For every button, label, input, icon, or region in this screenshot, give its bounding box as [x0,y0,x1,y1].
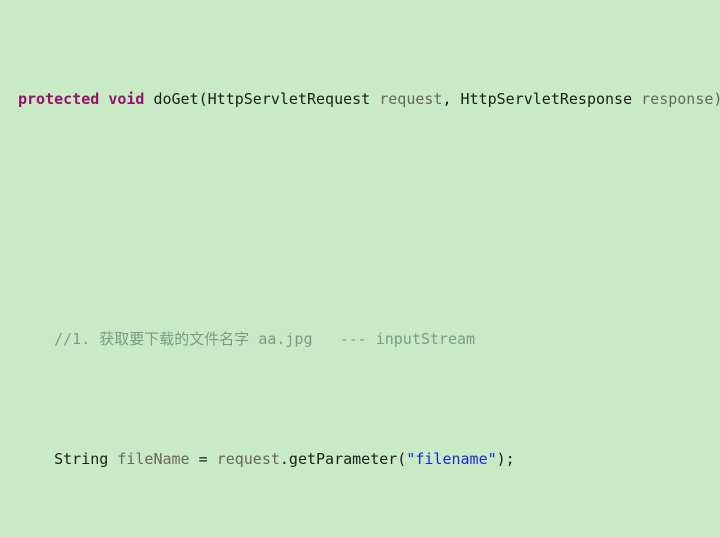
type-httpservletrequest: HttpServletRequest [207,90,371,108]
keyword-protected: protected [18,90,100,108]
string-filename: "filename" [406,450,497,468]
var-filename: fileName [108,450,199,468]
code-line-comment-1[interactable]: //1. 获取要下载的文件名字 aa.jpg --- inputStream [0,327,720,351]
code-line-signature[interactable]: protected void doGet(HttpServletRequest … [0,87,720,111]
param-request: request [370,90,443,108]
comment-text-1: 获取要下载的文件名字 aa.jpg --- inputStream [90,330,476,348]
keyword-void: void [108,90,145,108]
code-editor[interactable]: protected void doGet(HttpServletRequest … [0,0,720,537]
obj-request: request [216,450,280,468]
code-lines-container: protected void doGet(HttpServletRequest … [0,0,720,537]
call-getparameter: .getParameter( [279,450,407,468]
code-line-blank[interactable] [0,207,720,231]
comment-marker-1: //1. [54,330,91,348]
method-name-doget: doGet( [144,90,208,108]
param-response: response) throws ServletException, IOExc… [641,90,720,108]
type-httpservletresponse: HttpServletResponse [460,90,633,108]
code-line-filename-decl[interactable]: String fileName = request.getParameter("… [0,447,720,471]
type-string: String [54,450,109,468]
